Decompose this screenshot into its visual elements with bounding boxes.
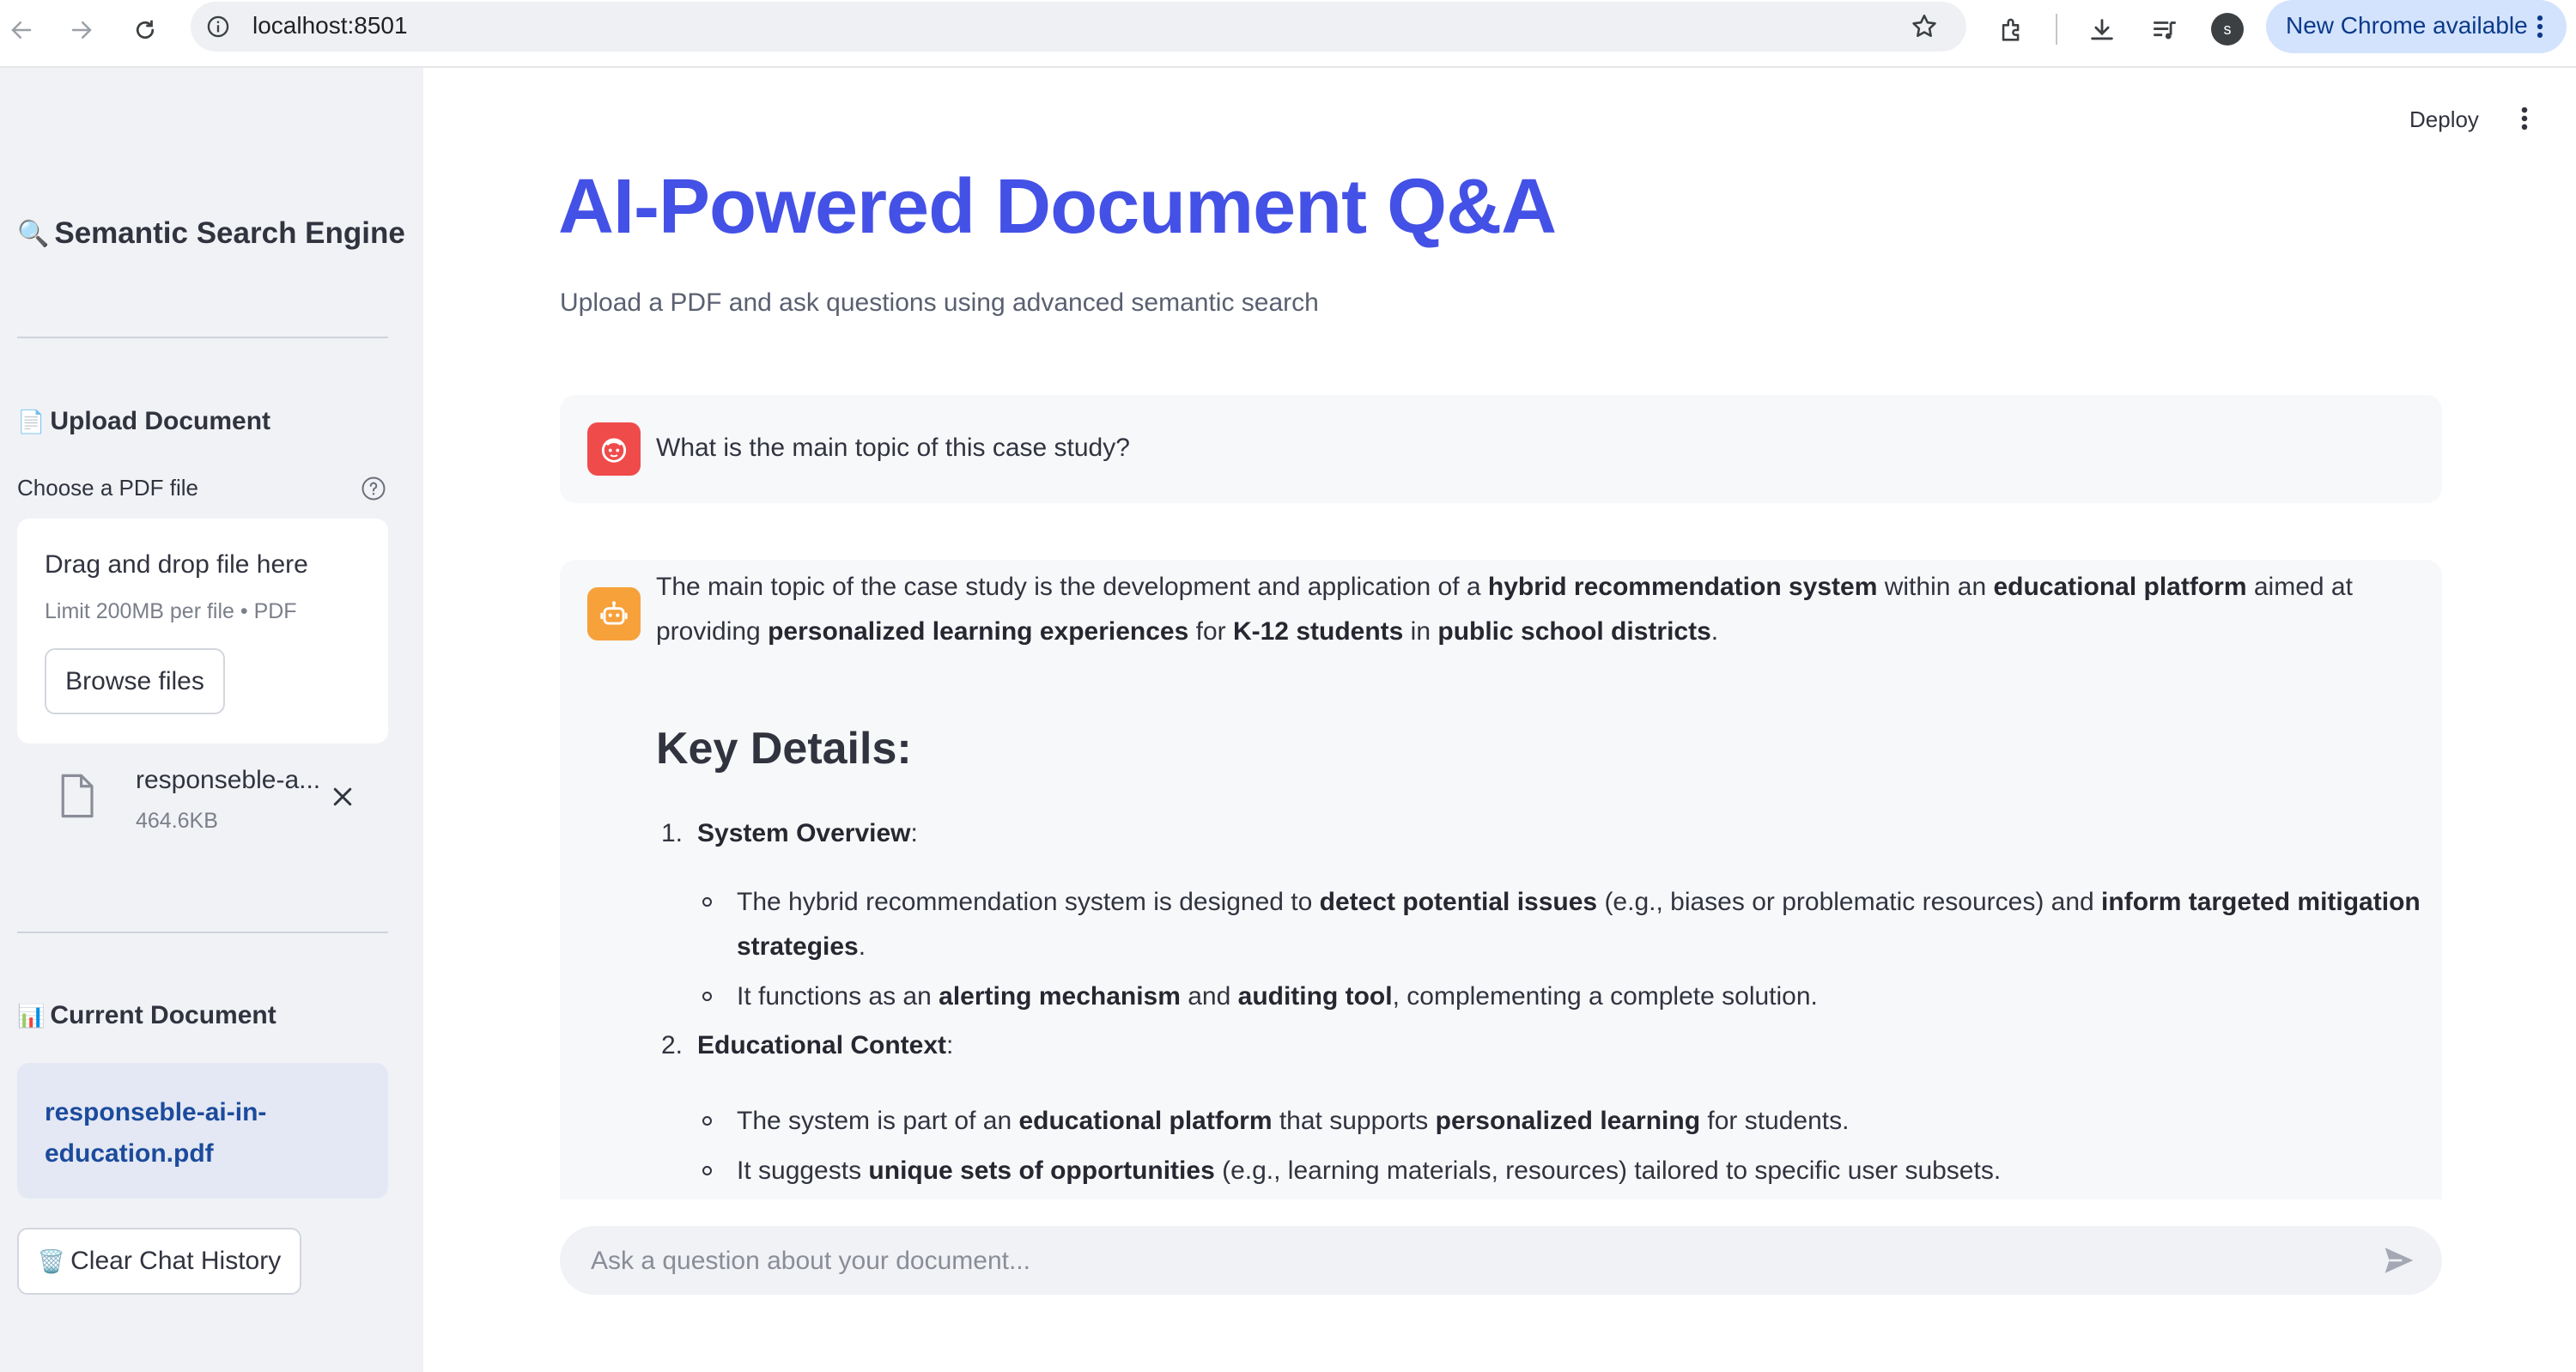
dropzone-limit: Limit 200MB per file • PDF [45,599,297,623]
clear-chat-history-label: Clear Chat History [70,1247,282,1275]
list-item-1-title-text: System Overview [697,819,911,847]
list-item-2-title-text: Educational Context [697,1031,947,1059]
bold-phrase: detect potential issues [1319,888,1598,916]
uploaded-file-size: 464.6KB [136,809,218,833]
bullet-marker [702,1166,712,1175]
profile-avatar[interactable]: s [2211,13,2244,46]
trash-icon: 🗑️ [37,1248,66,1274]
reload-icon[interactable] [125,10,165,50]
list-item-1-bullet-2: It functions as an alerting mechanism an… [737,982,1818,1011]
page-subtitle: Upload a PDF and ask questions using adv… [560,288,1319,317]
upload-heading-text: Upload Document [50,407,271,435]
sidebar-title-text: Semantic Search Engine [54,216,405,250]
bold-phrase: hybrid recommendation system [1487,573,1878,601]
back-arrow-icon[interactable] [2,10,41,50]
list-item-1-number: 1. [661,819,683,847]
media-queue-icon[interactable] [2143,9,2186,52]
document-icon: 📄 [17,408,46,434]
sidebar-title: 🔍 Semantic Search Engine [17,216,405,251]
bold-phrase: educational platform [1993,573,2247,601]
assistant-avatar-icon [587,587,641,640]
list-item-2-bullet-2: It suggests unique sets of opportunities… [737,1156,2002,1185]
app-menu-icon[interactable] [2518,104,2530,133]
download-icon[interactable] [2081,9,2123,52]
bookmark-star-icon[interactable] [1910,12,1939,41]
bar-chart-icon: 📊 [17,1002,46,1029]
user-message: What is the main topic of this case stud… [560,395,2442,503]
file-icon [57,773,96,819]
forward-arrow-icon[interactable] [62,10,101,50]
help-icon[interactable] [361,476,386,501]
current-document-name-line2: education.pdf [45,1139,214,1168]
answer-intro-line1: The main topic of the case study is the … [656,573,2353,601]
chat-input-bar [560,1226,2442,1296]
bold-phrase: auditing tool [1237,982,1393,1011]
user-question-text: What is the main topic of this case stud… [656,434,1130,462]
current-document-name: responseble-ai-in- education.pdf [45,1092,266,1175]
bullet-marker [702,897,712,907]
send-icon[interactable] [2382,1245,2416,1276]
deploy-button[interactable]: Deploy [2409,106,2479,133]
clear-chat-history-button[interactable]: 🗑️ Clear Chat History [17,1228,301,1295]
extensions-icon[interactable] [1990,9,2033,52]
address-bar[interactable] [191,2,1966,52]
sidebar-divider-2 [17,932,388,933]
current-document-heading-text: Current Document [50,1001,276,1029]
remove-file-icon[interactable] [330,784,355,810]
bold-phrase: public school districts [1437,617,1711,646]
browser-toolbar: localhost:8501 s New Chrome available [0,0,2576,68]
site-info-icon[interactable] [206,15,230,39]
magnifier-icon: 🔍 [17,219,50,248]
list-item-2-number: 2. [661,1031,683,1059]
upload-heading: 📄 Upload Document [17,407,270,436]
list-item-1-bullet-1-line1: The hybrid recommendation system is desi… [737,888,2421,916]
new-chrome-available-label: New Chrome available [2286,12,2528,39]
sidebar-divider [17,337,388,338]
bold-phrase: personalized learning experiences [768,617,1189,646]
answer-intro-line2: providing personalized learning experien… [656,617,1719,646]
chat-input[interactable] [589,1226,2361,1296]
assistant-message: The main topic of the case study is the … [560,560,2442,1199]
page-title: AI-Powered Document Q&A [558,164,1557,250]
bold-phrase: K-12 students [1232,617,1404,646]
uploader-label: Choose a PDF file [17,475,198,501]
list-item-1-bullet-1-line2: strategies. [737,932,866,961]
bullet-marker [702,1116,712,1126]
bold-phrase: educational platform [1018,1107,1273,1135]
user-avatar-icon [587,422,641,476]
url-text[interactable]: localhost:8501 [252,12,408,39]
list-item-2-title: Educational Context: [697,1031,954,1059]
uploaded-file-name: responseble-a... [136,766,321,794]
bullet-marker [702,992,712,1001]
current-document-heading: 📊 Current Document [17,1001,276,1030]
bold-phrase: personalized learning [1435,1107,1701,1135]
answer-intro: The main topic of the case study is the … [656,565,2425,654]
bold-phrase: strategies [737,932,859,961]
bold-phrase: alerting mechanism [939,982,1181,1011]
list-item-2-bullet-1: The system is part of an educational pla… [737,1107,1850,1135]
bold-phrase: inform targeted mitigation [2101,888,2421,916]
dropzone-title: Drag and drop file here [45,550,308,579]
list-item-1-bullet-1: The hybrid recommendation system is desi… [737,880,2428,969]
toolbar-divider [2056,14,2057,45]
browse-files-button[interactable]: Browse files [45,648,225,714]
key-details-heading: Key Details: [656,724,912,774]
bold-phrase: unique sets of opportunities [868,1156,1215,1185]
current-document-name-line1: responseble-ai-in- [45,1098,267,1126]
list-item-1-title: System Overview: [697,819,918,847]
chrome-menu-icon[interactable] [2535,12,2545,41]
